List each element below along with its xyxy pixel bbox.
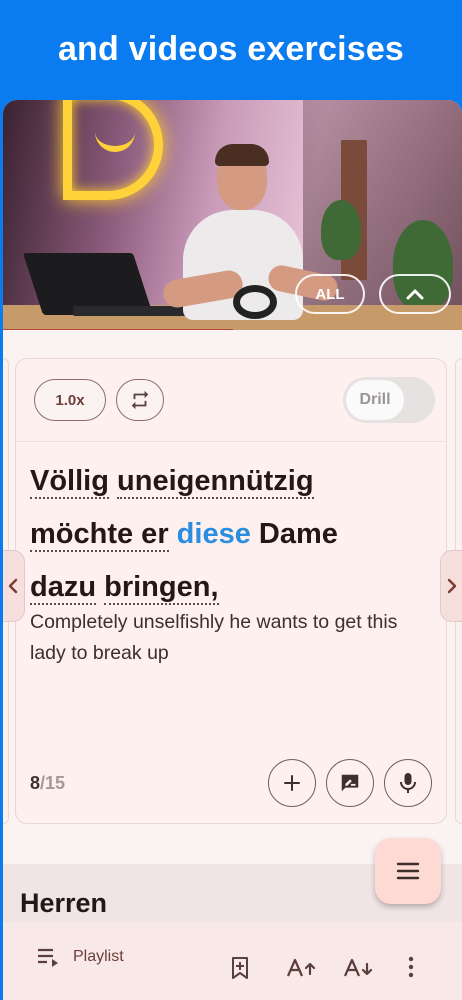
- counter-current: 8: [30, 773, 41, 793]
- text-increase-icon: [286, 958, 316, 977]
- increase-font-button[interactable]: [286, 958, 316, 978]
- counter-total: /15: [40, 773, 66, 793]
- bottom-toolbar: Playlist: [3, 922, 462, 1000]
- video-scene-plant: [321, 200, 361, 260]
- menu-fab[interactable]: [375, 838, 441, 904]
- word[interactable]: Dame: [259, 518, 338, 550]
- repeat-button[interactable]: [116, 379, 164, 421]
- section-title: Herren: [20, 888, 108, 918]
- chevron-left-icon: [8, 578, 18, 594]
- playlist-button[interactable]: Playlist: [37, 947, 124, 967]
- promo-banner-title: and videos exercises: [0, 0, 462, 100]
- chevron-right-icon: [447, 578, 457, 594]
- video-scene-hair: [215, 144, 269, 166]
- sentence-text: Völlig uneigennützig möchte er diese Dam…: [30, 455, 430, 614]
- previous-sentence-button[interactable]: [3, 550, 25, 622]
- app-screen: ALL 1.0x Drill Völlig uneigennützig möch…: [3, 100, 462, 1000]
- translation-text: Completely unselfishly he wants to get t…: [30, 611, 398, 664]
- plus-icon: [284, 775, 300, 791]
- more-vertical-icon: [408, 956, 414, 978]
- text-decrease-icon: [343, 958, 373, 977]
- card-divider: [16, 441, 446, 442]
- sentence-card: 1.0x Drill Völlig uneigennützig möchte e…: [15, 358, 447, 824]
- menu-icon: [396, 862, 420, 880]
- word[interactable]: Völlig: [30, 465, 109, 499]
- sentence-counter: 8/15: [30, 773, 65, 794]
- drill-toggle[interactable]: Drill: [343, 377, 435, 423]
- add-button[interactable]: [268, 759, 316, 807]
- word[interactable]: bringen,: [104, 571, 219, 605]
- next-sentence-button[interactable]: [440, 550, 462, 622]
- video-player[interactable]: ALL: [3, 100, 462, 330]
- video-scene-headphones: [233, 285, 277, 319]
- word[interactable]: dazu: [30, 571, 97, 605]
- playlist-play-icon: [38, 948, 58, 967]
- word[interactable]: uneigennützig: [117, 465, 314, 499]
- word[interactable]: möchte er: [30, 518, 169, 552]
- highlighted-word[interactable]: diese: [177, 518, 251, 550]
- all-subtitles-button[interactable]: ALL: [295, 274, 365, 314]
- video-progress-bar[interactable]: [3, 329, 233, 330]
- playback-speed-button[interactable]: 1.0x: [34, 379, 106, 421]
- more-options-button[interactable]: [407, 956, 415, 978]
- repeat-icon: [131, 390, 149, 410]
- record-voice-button[interactable]: [384, 759, 432, 807]
- bookmark-button[interactable]: [230, 956, 250, 980]
- drill-toggle-label: Drill: [346, 380, 404, 420]
- feedback-button[interactable]: [326, 759, 374, 807]
- bookmark-add-icon: [232, 957, 248, 979]
- playlist-label: Playlist: [73, 948, 124, 965]
- chevron-up-icon: [406, 289, 424, 300]
- collapse-video-button[interactable]: [379, 274, 451, 314]
- rate-review-icon: [341, 774, 359, 792]
- decrease-font-button[interactable]: [343, 958, 373, 978]
- microphone-icon: [400, 773, 416, 793]
